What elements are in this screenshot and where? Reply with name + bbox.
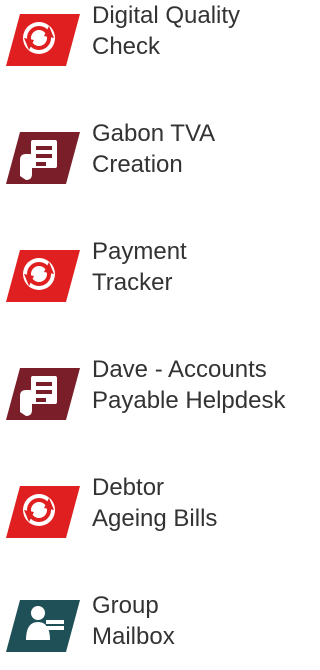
app-label-line1: Debtor [92,474,165,501]
app-label-line2: Mailbox [92,623,175,650]
app-label: Gabon TVA Creation [92,118,308,180]
app-label-line1: Dave - Accounts [92,356,267,383]
red-gear-refresh-icon [0,12,80,68]
app-tile-group-mailbox[interactable]: Group Mailbox [0,590,308,670]
app-label-line2: Tracker [92,269,173,296]
app-tile-dave-accounts-payable-helpdesk[interactable]: Dave - Accounts Payable Helpdesk [0,354,308,434]
app-label: Payment Tracker [92,236,308,298]
app-tile-payment-tracker[interactable]: Payment Tracker [0,236,308,316]
app-label: Group Mailbox [92,590,308,652]
app-label-line1: Digital Quality [92,2,241,29]
app-label-line1: Gabon TVA [92,120,216,147]
app-label-line2: Check [92,33,161,60]
app-label-line2: Creation [92,151,183,178]
person-mailbox-icon [0,598,80,654]
app-tile-digital-quality-check[interactable]: Digital Quality Check [0,0,308,80]
app-label-line2: Ageing Bills [92,505,218,532]
app-label: Dave - Accounts Payable Helpdesk [92,354,308,416]
app-label: Digital Quality Check [92,0,308,62]
hand-document-icon [0,366,80,422]
app-label-line1: Group [92,592,159,619]
app-label-line2: Payable Helpdesk [92,387,286,414]
red-gear-refresh-icon [0,248,80,304]
app-list: Digital Quality Check Gabon TVA Creation [0,0,308,660]
app-tile-gabon-tva-creation[interactable]: Gabon TVA Creation [0,118,308,198]
red-gear-refresh-icon [0,484,80,540]
hand-document-icon [0,130,80,186]
app-tile-debtor-ageing-bills[interactable]: Debtor Ageing Bills [0,472,308,552]
app-label: Debtor Ageing Bills [92,472,308,534]
app-label-line1: Payment [92,238,187,265]
